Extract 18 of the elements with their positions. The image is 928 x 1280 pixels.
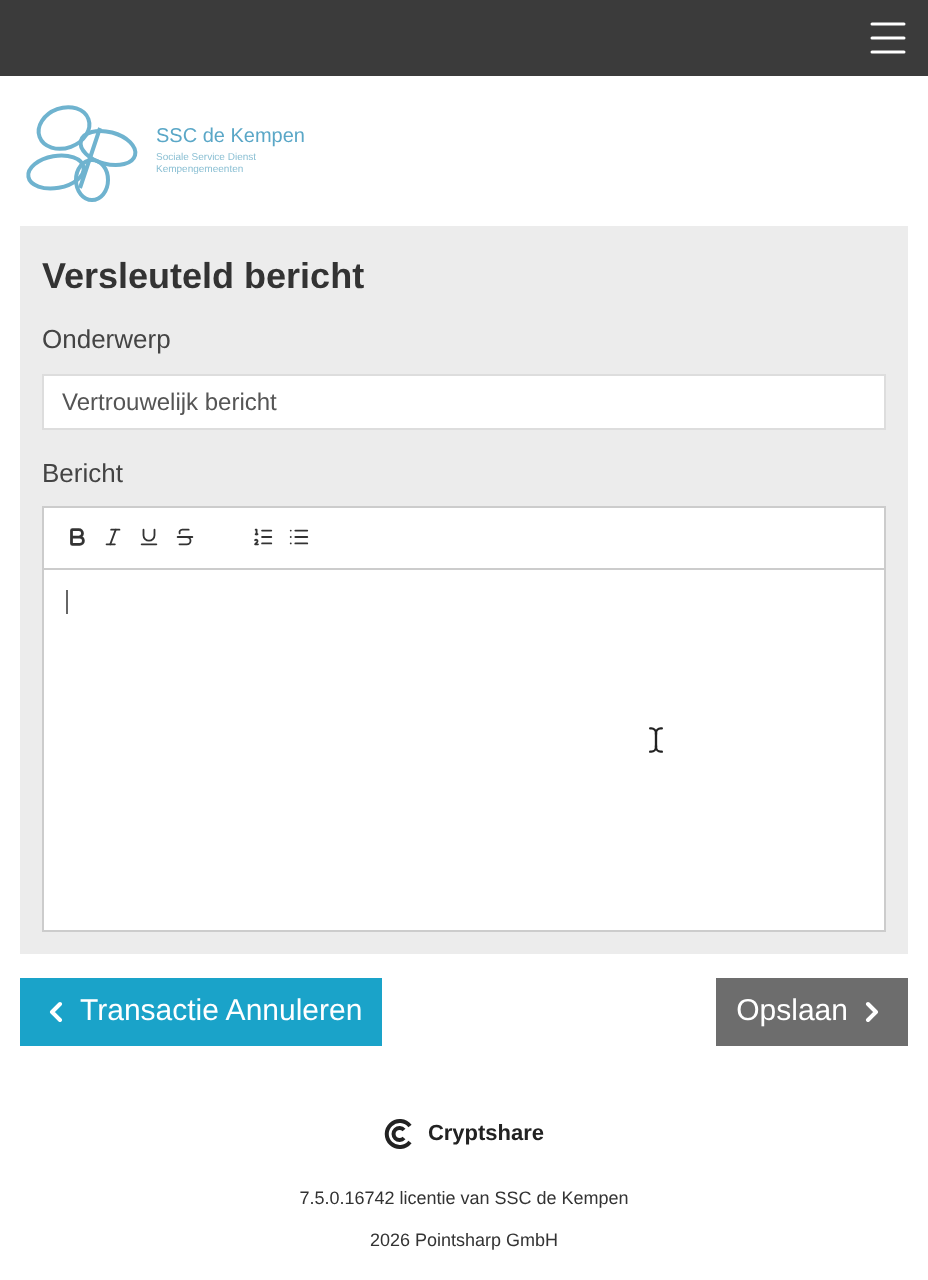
subject-field[interactable]: Vertrouwelijk bericht — [42, 374, 886, 430]
form-title: Versleuteld bericht — [42, 254, 367, 299]
ordered-list-icon[interactable] — [252, 526, 274, 548]
logo-name: SSC de Kempen — [156, 126, 305, 151]
text-caret — [66, 589, 68, 613]
save-button[interactable]: Opslaan — [716, 978, 908, 1046]
underline-icon[interactable] — [138, 526, 160, 548]
bullet-list-icon[interactable] — [288, 526, 310, 548]
field-label: Onderwerp — [42, 321, 173, 358]
strikethrough-icon[interactable] — [174, 526, 196, 548]
cancel-button[interactable]: Transactie Annuleren — [20, 978, 383, 1046]
version-text: 7.5.0.16742 licentie van SSC de Kempen — [299, 1185, 629, 1212]
copyright-text: 2026 Pointsharp GmbH — [369, 1228, 559, 1254]
italic-icon[interactable] — [102, 526, 124, 548]
cryptshare-logo-icon — [383, 1118, 416, 1151]
brand-name: Cryptshare — [427, 1120, 545, 1150]
bold-icon[interactable] — [66, 526, 88, 548]
field-label: Bericht — [42, 456, 125, 492]
